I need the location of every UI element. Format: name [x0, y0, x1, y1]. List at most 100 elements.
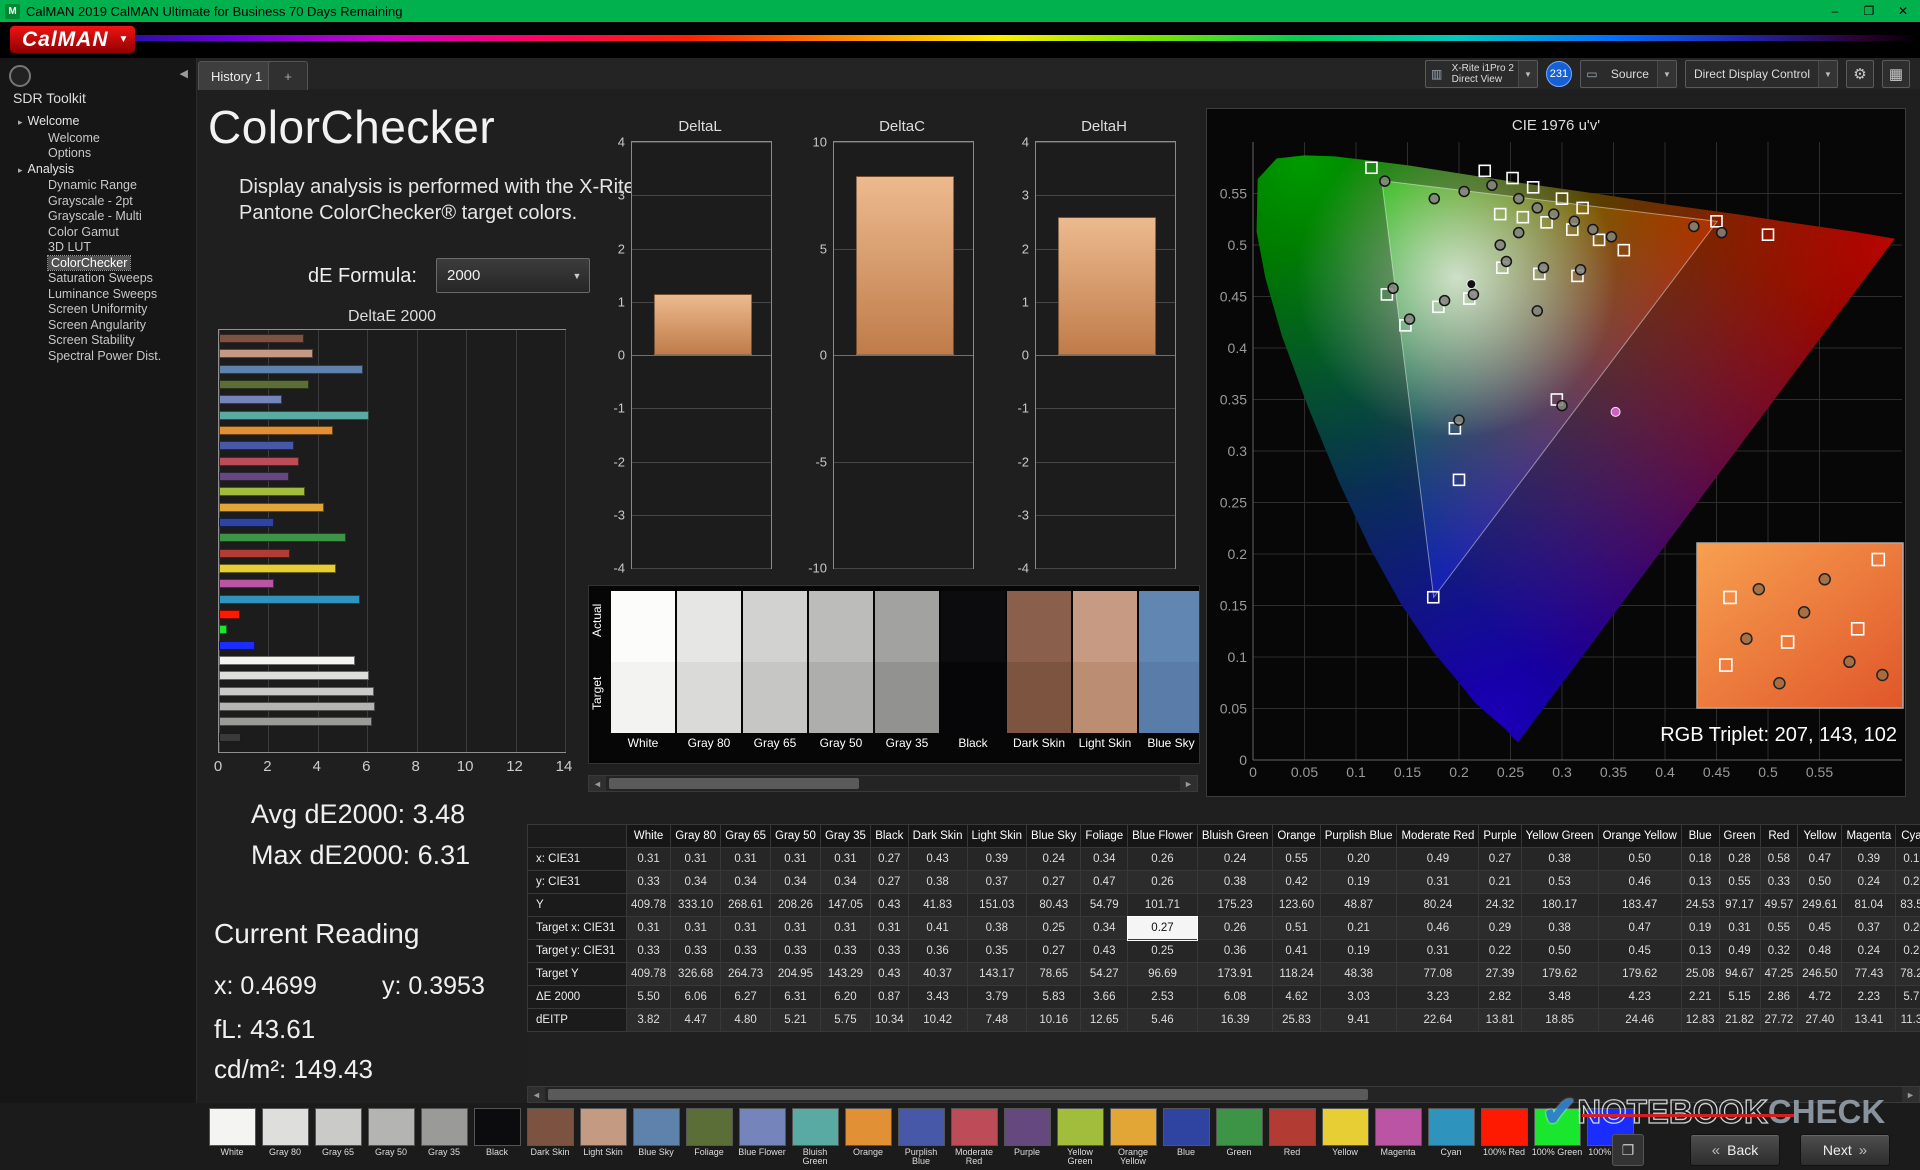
table-cell[interactable]: 5.15: [1718, 985, 1761, 1009]
table-cell[interactable]: 48.87: [1319, 893, 1398, 917]
pattern-window-footer-button[interactable]: ❐: [1612, 1134, 1644, 1166]
table-cell[interactable]: 10.42: [907, 1008, 968, 1032]
table-cell[interactable]: 0.19: [1319, 870, 1398, 894]
table-cell[interactable]: 0.34: [1080, 847, 1129, 871]
table-cell[interactable]: 6.08: [1196, 985, 1274, 1009]
table-cell[interactable]: 11.31: [1895, 1008, 1920, 1032]
patch-button-gray-50[interactable]: Gray 50: [365, 1108, 417, 1166]
sidebar-item-luminance-sweeps[interactable]: Luminance Sweeps: [0, 287, 196, 303]
table-cell[interactable]: 0.55: [1759, 916, 1799, 940]
table-cell[interactable]: 27.40: [1797, 1008, 1843, 1032]
patch-swatch-gray-35[interactable]: Gray 35: [875, 591, 939, 756]
de-formula-dropdown[interactable]: 2000 ▼: [436, 258, 590, 293]
table-cell[interactable]: 0.34: [819, 870, 871, 894]
patch-button-purple[interactable]: Purple: [1001, 1108, 1053, 1166]
table-cell[interactable]: 0.34: [720, 870, 772, 894]
patch-button-blue-sky[interactable]: Blue Sky: [630, 1108, 682, 1166]
table-cell[interactable]: 10.34: [869, 1008, 909, 1032]
table-cell[interactable]: 80.24: [1396, 893, 1480, 917]
patch-button-magenta[interactable]: Magenta: [1372, 1108, 1424, 1166]
table-cell[interactable]: 0.13: [1680, 939, 1720, 963]
sidebar-item-options[interactable]: Options: [0, 146, 196, 162]
table-cell[interactable]: 6.31: [770, 985, 821, 1009]
table-cell[interactable]: 0.22: [1478, 939, 1522, 963]
table-cell[interactable]: 41.83: [907, 893, 968, 917]
table-cell[interactable]: 0.19: [1895, 847, 1920, 871]
table-cell[interactable]: 0.27: [1026, 939, 1082, 963]
table-cell[interactable]: 151.03: [966, 893, 1028, 917]
patch-swatch-light-skin[interactable]: Light Skin: [1073, 591, 1137, 756]
sidebar-item-grayscale-2pt[interactable]: Grayscale - 2pt: [0, 194, 196, 210]
table-cell[interactable]: 326.68: [670, 962, 722, 986]
table-cell[interactable]: 0.38: [1196, 870, 1274, 894]
table-cell[interactable]: 2.53: [1127, 985, 1198, 1009]
patch-button-yellow[interactable]: Yellow: [1319, 1108, 1371, 1166]
sidebar-item-colorchecker[interactable]: ColorChecker: [0, 254, 196, 272]
table-cell[interactable]: 5.71: [1895, 985, 1920, 1009]
table-cell[interactable]: 24.32: [1478, 893, 1522, 917]
patch-button-dark-skin[interactable]: Dark Skin: [524, 1108, 576, 1166]
table-cell[interactable]: 6.20: [819, 985, 871, 1009]
table-cell[interactable]: 0.43: [1080, 939, 1129, 963]
table-cell[interactable]: 0.25: [1127, 939, 1198, 963]
table-cell[interactable]: 246.50: [1797, 962, 1843, 986]
table-cell[interactable]: 0.34: [770, 870, 821, 894]
table-cell[interactable]: 0.50: [1520, 939, 1599, 963]
table-cell[interactable]: 0.55: [1272, 847, 1321, 871]
table-cell[interactable]: 3.23: [1396, 985, 1480, 1009]
table-cell[interactable]: 54.79: [1080, 893, 1129, 917]
table-cell[interactable]: 81.04: [1841, 893, 1897, 917]
table-cell[interactable]: 0.24: [1026, 847, 1082, 871]
table-cell[interactable]: 0.26: [1895, 939, 1920, 963]
table-cell[interactable]: 24.46: [1597, 1008, 1682, 1032]
table-cell[interactable]: 0.58: [1759, 847, 1799, 871]
table-cell[interactable]: 0.31: [819, 847, 871, 871]
patch-swatch-gray-80[interactable]: Gray 80: [677, 591, 741, 756]
patch-button-bluish-green[interactable]: Bluish Green: [789, 1108, 841, 1166]
table-scroll-thumb[interactable]: [548, 1089, 1368, 1100]
table-cell[interactable]: 0.38: [966, 916, 1028, 940]
patch-swatch-white[interactable]: White: [611, 591, 675, 756]
table-cell[interactable]: 27.72: [1759, 1008, 1799, 1032]
table-cell[interactable]: 0.28: [1895, 870, 1920, 894]
table-cell[interactable]: 118.24: [1272, 962, 1321, 986]
table-cell[interactable]: 0.18: [1680, 847, 1720, 871]
table-cell[interactable]: 0.19: [1319, 939, 1398, 963]
table-cell[interactable]: 0.47: [1797, 847, 1843, 871]
table-cell[interactable]: 0.43: [869, 893, 909, 917]
table-cell[interactable]: 0.31: [670, 847, 722, 871]
table-cell[interactable]: 2.86: [1759, 985, 1799, 1009]
table-cell[interactable]: 264.73: [720, 962, 772, 986]
table-cell[interactable]: 49.57: [1759, 893, 1799, 917]
table-cell[interactable]: 6.27: [720, 985, 772, 1009]
patch-button-gray-80[interactable]: Gray 80: [259, 1108, 311, 1166]
table-cell[interactable]: 0.33: [625, 939, 672, 963]
table-cell[interactable]: 0.28: [1718, 847, 1761, 871]
table-cell[interactable]: 175.23: [1196, 893, 1274, 917]
table-cell[interactable]: 16.39: [1196, 1008, 1274, 1032]
sidebar-item-color-gamut[interactable]: Color Gamut: [0, 225, 196, 241]
table-cell[interactable]: 0.43: [907, 847, 968, 871]
sidebar-item-3d-lut[interactable]: 3D LUT: [0, 240, 196, 256]
table-cell[interactable]: 21.82: [1718, 1008, 1761, 1032]
table-scroll-right-icon[interactable]: ►: [1902, 1087, 1919, 1102]
meter-dropdown[interactable]: ▥ X-Rite i1Pro 2 Direct View ▼: [1424, 60, 1538, 88]
patch-button-orange[interactable]: Orange: [842, 1108, 894, 1166]
swatch-scroll-thumb[interactable]: [609, 778, 859, 789]
table-cell[interactable]: 173.91: [1196, 962, 1274, 986]
table-cell[interactable]: 0.36: [907, 939, 968, 963]
table-cell[interactable]: 0.48: [1797, 939, 1843, 963]
table-cell[interactable]: 183.47: [1597, 893, 1682, 917]
table-cell[interactable]: 0.47: [1597, 916, 1682, 940]
table-cell[interactable]: 0.31: [869, 916, 909, 940]
table-cell[interactable]: 0.42: [1272, 870, 1321, 894]
sidebar-item-dynamic-range[interactable]: Dynamic Range: [0, 178, 196, 194]
table-cell[interactable]: 0.25: [1026, 916, 1082, 940]
brand-logo-menu[interactable]: CalMAN ▼: [10, 26, 136, 53]
table-cell[interactable]: 24.53: [1680, 893, 1720, 917]
sidebar-section-analysis[interactable]: ▸ Analysis: [0, 162, 196, 179]
close-button[interactable]: ✕: [1886, 0, 1920, 22]
sidebar-section-welcome[interactable]: ▸ Welcome: [0, 114, 196, 131]
table-cell[interactable]: 13.81: [1478, 1008, 1522, 1032]
table-cell[interactable]: 0.29: [1478, 916, 1522, 940]
